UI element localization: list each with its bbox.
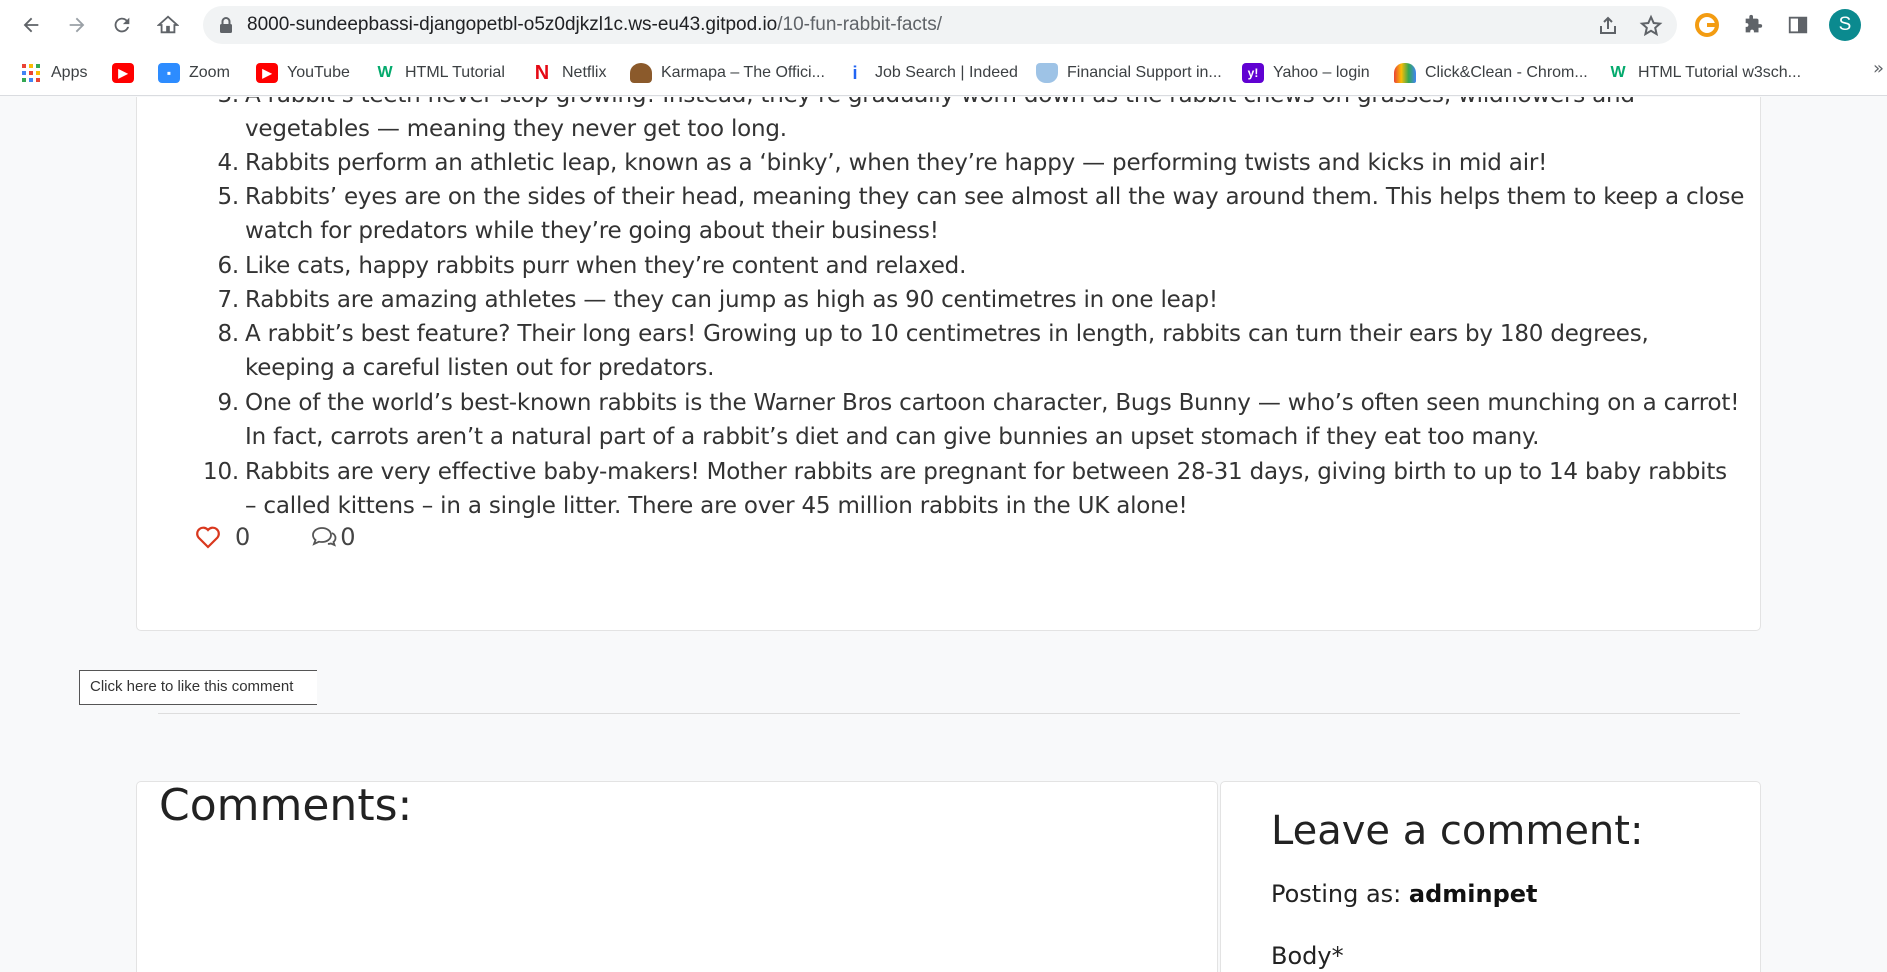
bookmark-label: Netflix xyxy=(562,64,607,81)
address-bar[interactable]: 8000-sundeepbassi-djangopetbl-o5z0djkzl1… xyxy=(203,6,1677,44)
bookmark-label: YouTube xyxy=(287,64,350,81)
browser-toolbar: 8000-sundeepbassi-djangopetbl-o5z0djkzl1… xyxy=(0,0,1887,50)
leave-comment-card: Leave a comment: Posting as: adminpet Bo… xyxy=(1220,781,1761,972)
zoom-icon: ▪ xyxy=(158,63,180,83)
bookmark-label: HTML Tutorial xyxy=(405,64,505,81)
bookmark-financial-support[interactable]: Financial Support in... xyxy=(1036,60,1222,86)
youtube-icon: ▶ xyxy=(256,63,278,83)
forward-arrow-icon[interactable] xyxy=(62,10,92,40)
bookmark-label: Karmapa – The Offici... xyxy=(661,64,825,81)
bookmark-label: Job Search | Indeed xyxy=(875,64,1018,81)
posting-label: Posting as: xyxy=(1271,880,1402,908)
leave-comment-title: Leave a comment: xyxy=(1271,808,1644,854)
bookmark-label: Financial Support in... xyxy=(1067,64,1222,81)
list-item: 6. Like cats, happy rabbits purr when the… xyxy=(217,253,967,279)
comments-card: Comments: xyxy=(136,780,1218,972)
comments-title: Comments: xyxy=(159,780,413,831)
page-content: 3.A rabbit’s teeth never stop growing! I… xyxy=(0,97,1887,972)
bookmark-apps[interactable]: Apps xyxy=(20,60,87,86)
bookmark-label: Apps xyxy=(51,64,88,81)
indeed-icon: i xyxy=(852,62,858,83)
list-item: 9. One of the world’s best-known rabbits … xyxy=(217,390,1740,450)
bookmarks-bar: Apps ▶ ▪ Zoom ▶ YouTube W HTML Tutorial … xyxy=(0,50,1887,96)
bookmark-yahoo[interactable]: y! Yahoo – login xyxy=(1242,60,1370,86)
profile-avatar[interactable]: S xyxy=(1829,9,1861,41)
shield-icon xyxy=(1036,63,1058,83)
apps-grid-icon xyxy=(20,63,42,83)
comment-count: 0 xyxy=(340,523,356,551)
username: adminpet xyxy=(1408,880,1538,908)
bookmark-youtube-icon-only[interactable]: ▶ xyxy=(112,60,134,86)
share-icon[interactable] xyxy=(1596,14,1620,38)
karmapa-icon xyxy=(630,63,652,83)
heart-icon[interactable] xyxy=(195,525,221,549)
bookmark-label: Yahoo – login xyxy=(1273,64,1370,81)
url-text[interactable]: 8000-sundeepbassi-djangopetbl-o5z0djkzl1… xyxy=(247,14,942,36)
yahoo-icon: y! xyxy=(1242,63,1264,83)
post-card: 3.A rabbit’s teeth never stop growing! I… xyxy=(136,97,1761,631)
like-count: 0 xyxy=(235,523,251,551)
clickclean-icon xyxy=(1394,63,1416,83)
youtube-icon: ▶ xyxy=(112,63,134,83)
like-tooltip: Click here to like this comment xyxy=(79,670,317,705)
bookmark-html-tutorial[interactable]: W HTML Tutorial xyxy=(374,60,505,86)
reload-icon[interactable] xyxy=(107,10,137,40)
w3schools-icon: W xyxy=(377,64,393,81)
list-item: 8. A rabbit’s best feature? Their long ea… xyxy=(217,321,1649,381)
extensions-puzzle-icon[interactable] xyxy=(1740,12,1766,38)
side-panel-icon[interactable] xyxy=(1785,12,1811,38)
w3schools-icon: W xyxy=(1610,64,1626,81)
bookmark-netflix[interactable]: N Netflix xyxy=(531,60,607,86)
bookmark-star-icon[interactable] xyxy=(1639,14,1663,38)
lock-icon[interactable] xyxy=(219,16,233,38)
bookmark-indeed[interactable]: i Job Search | Indeed xyxy=(844,60,1018,86)
bookmark-label: Click&Clean - Chrom... xyxy=(1425,64,1588,81)
bookmark-label: HTML Tutorial w3sch... xyxy=(1638,64,1802,81)
home-icon[interactable] xyxy=(153,10,183,40)
list-item: 10. Rabbits are very effective baby-maker… xyxy=(203,459,1727,519)
bookmark-zoom[interactable]: ▪ Zoom xyxy=(158,60,230,86)
list-item: 5. Rabbits’ eyes are on the sides of thei… xyxy=(217,184,1745,244)
comments-icon[interactable] xyxy=(310,525,338,549)
body-field-label: Body* xyxy=(1271,942,1344,970)
list-item: 3.A rabbit’s teeth never stop growing! I… xyxy=(217,97,1635,142)
list-item: 7. Rabbits are amazing athletes — they ca… xyxy=(217,287,1218,313)
back-arrow-icon[interactable] xyxy=(16,10,46,40)
bookmark-html-tutorial-w3[interactable]: W HTML Tutorial w3sch... xyxy=(1607,60,1801,86)
bookmarks-overflow-icon[interactable]: » xyxy=(1873,58,1884,79)
posting-as: Posting as: adminpet xyxy=(1271,880,1538,908)
divider xyxy=(158,713,1740,714)
bookmark-karmapa[interactable]: Karmapa – The Offici... xyxy=(630,60,825,86)
bookmark-clickclean[interactable]: Click&Clean - Chrom... xyxy=(1394,60,1588,86)
like-comment-row: 0 0 xyxy=(195,523,356,551)
bookmark-label: Zoom xyxy=(189,64,230,81)
list-item: 4. Rabbits perform an athletic leap, know… xyxy=(217,150,1548,176)
netflix-icon: N xyxy=(534,61,550,84)
bookmark-youtube[interactable]: ▶ YouTube xyxy=(256,60,350,86)
grammarly-extension-icon[interactable] xyxy=(1694,12,1720,38)
